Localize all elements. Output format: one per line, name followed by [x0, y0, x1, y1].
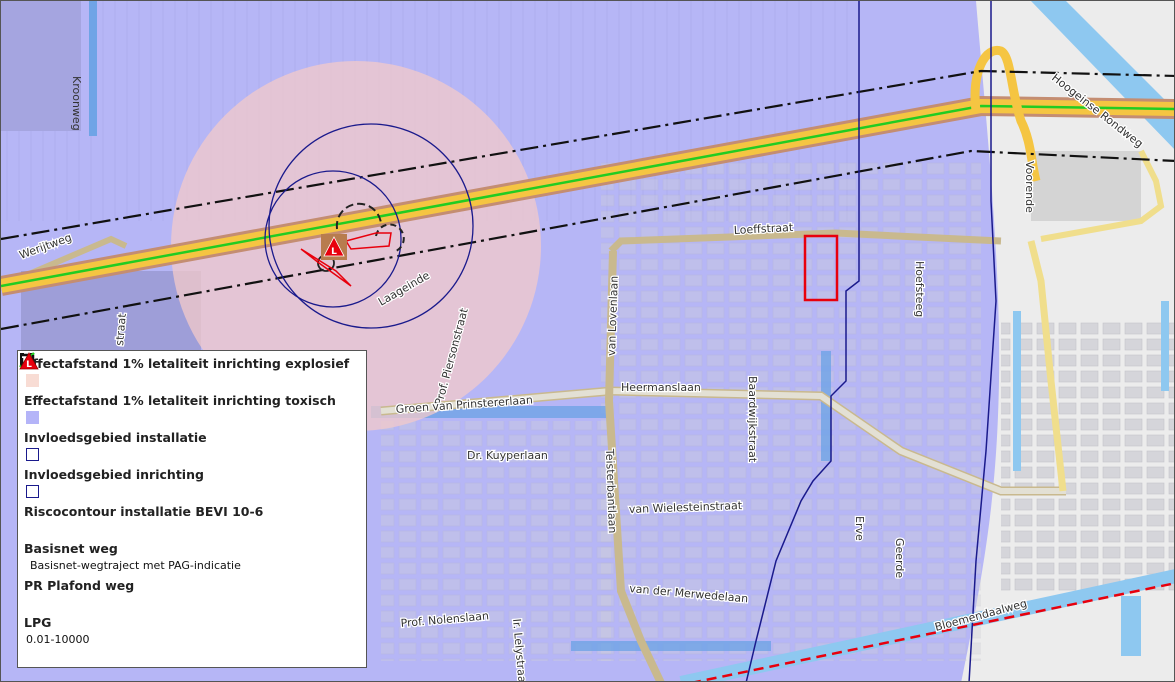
svg-text:L: L: [331, 247, 337, 257]
water-south: [571, 641, 771, 651]
water-ditch-kroonweg: [89, 1, 97, 136]
legend-sub-basisnet: Basisnet-wegtraject met PAG-indicatie: [30, 559, 241, 572]
legend-swatch-explosive: [26, 374, 39, 387]
legend-swatch-risk-contour: [20, 353, 360, 538]
legend-title-lpg: LPG: [24, 615, 52, 630]
street-label-baardwijkstraat: Baardwijkstraat: [746, 376, 759, 463]
industrial-building: [1031, 151, 1141, 221]
street-label-heermanslaan: Heermanslaan: [621, 381, 701, 394]
water-ditch: [1013, 311, 1021, 471]
map-view[interactable]: L Kroonweg Werijtweg Laageinde Prof. Pie…: [0, 0, 1175, 682]
svg-text:L: L: [26, 360, 32, 370]
legend-title-explosive: Effectafstand 1% letaliteit inrichting e…: [24, 356, 350, 371]
street-label-geerde: Geerde: [893, 538, 906, 578]
residential-blocks-east: [1001, 321, 1174, 591]
street-label-hoefsteeg: Hoefsteeg: [913, 261, 926, 317]
street-label-erve: Erve: [853, 516, 866, 541]
legend-title-toxic: Effectafstand 1% letaliteit inrichting t…: [24, 393, 336, 408]
legend-title-risk-contour: Riscocontour installatie BEVI 10-6: [24, 504, 264, 519]
legend-title-influence-establishment: Invloedsgebied inrichting: [24, 467, 204, 482]
water-ditch-east: [1161, 301, 1169, 391]
legend-title-pr-plafond: PR Plafond weg: [24, 578, 135, 593]
water-pond: [1121, 596, 1141, 656]
street-label-dr-kuyperlaan: Dr. Kuyperlaan: [467, 449, 548, 462]
lpg-warning-icon: L: [19, 352, 39, 370]
legend-swatch-influence-establishment: [26, 485, 39, 498]
legend-swatch-influence-installation: [26, 448, 39, 461]
map-legend: Effectafstand 1% letaliteit inrichting e…: [17, 350, 367, 668]
legend-title-influence-installation: Invloedsgebied installatie: [24, 430, 207, 445]
legend-swatch-pr-plafond: [20, 353, 360, 612]
legend-sub-lpg: 0.01-10000: [26, 633, 90, 646]
legend-swatch-toxic: [26, 411, 39, 424]
street-label-voorende: Voorende: [1023, 161, 1036, 213]
street-label-kroonweg: Kroonweg: [70, 76, 83, 131]
farm-buildings: [1, 1, 81, 131]
legend-title-basisnet: Basisnet weg: [24, 541, 118, 556]
